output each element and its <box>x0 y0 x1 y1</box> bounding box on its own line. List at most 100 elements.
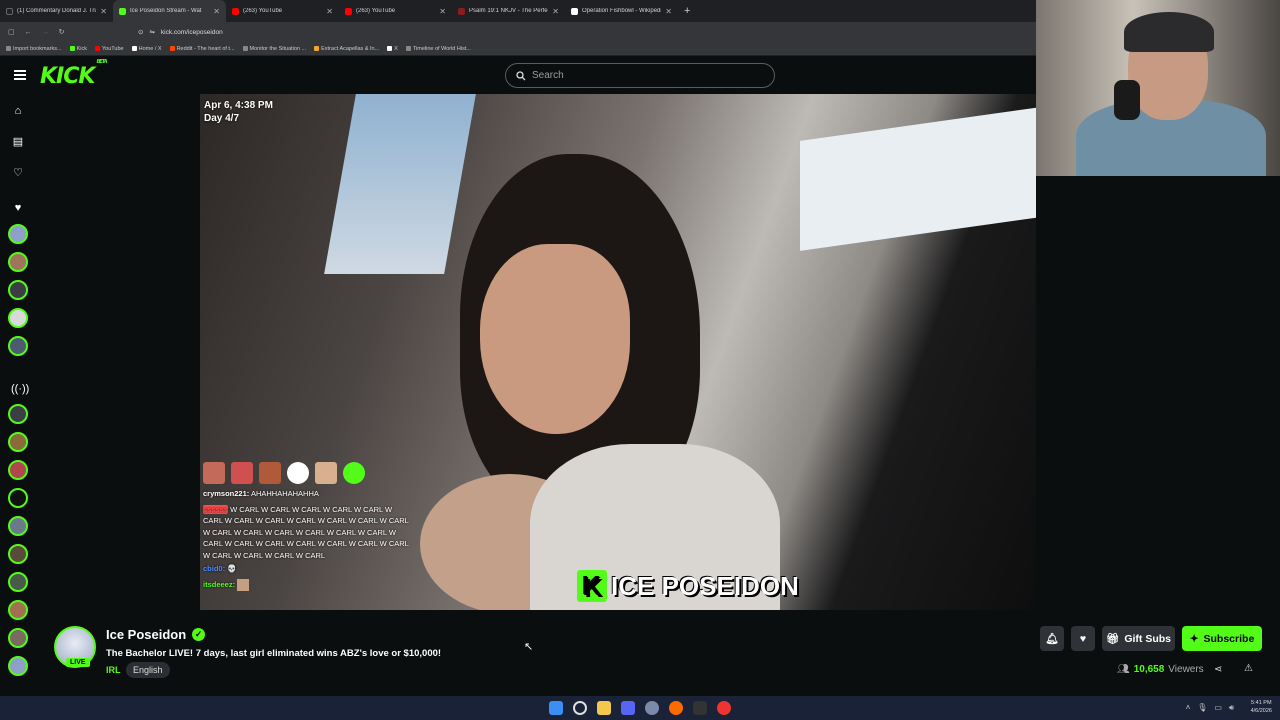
bookmarks-bar: Import bookmarks... Kick YouTube Home / … <box>0 42 1036 56</box>
browse-icon[interactable]: ▤ <box>11 135 25 149</box>
recommended-channel-avatar[interactable] <box>8 460 28 480</box>
home-icon[interactable]: ⌂ <box>11 104 25 118</box>
close-icon[interactable]: ✕ <box>439 7 446 16</box>
site-info-icon[interactable]: ⊙ <box>138 28 143 36</box>
followed-channel-avatar[interactable] <box>8 308 28 328</box>
bookmark-item[interactable]: Home / X <box>131 46 162 52</box>
kick-logo[interactable]: KICKBETA <box>40 59 108 89</box>
browser-tab-active[interactable]: Ice Poseidon Stream - Wat ✕ <box>113 0 226 22</box>
followed-channel-avatar[interactable] <box>8 224 28 244</box>
recommended-channel-avatar[interactable] <box>8 432 28 452</box>
reload-icon[interactable]: ↻ <box>59 28 65 36</box>
language-tag[interactable]: English <box>126 662 170 678</box>
clock[interactable]: 5:41 PM 4/6/2026 <box>1251 699 1272 715</box>
video-player[interactable]: Apr 6, 4:38 PM Day 4/7 crymson221: AHAHH… <box>200 94 1036 610</box>
browser-tab[interactable]: (263) YouTube ✕ <box>339 0 452 22</box>
network-icon[interactable]: ▭ <box>1214 703 1222 713</box>
bookmark-favicon <box>405 46 411 51</box>
bookmark-label: Timeline of World Hist... <box>412 45 471 52</box>
tune-icon[interactable]: ⇋ <box>149 28 154 36</box>
bookmark-item[interactable]: Reddit - The heart of t... <box>169 46 235 52</box>
start-icon[interactable] <box>549 701 563 715</box>
search-icon[interactable] <box>573 701 587 715</box>
bookmark-item[interactable]: Timeline of World Hist... <box>405 45 471 52</box>
bookmark-favicon <box>95 46 100 51</box>
live-badge: LIVE <box>66 658 90 667</box>
category-link[interactable]: IRL <box>106 665 121 675</box>
settings-icon[interactable] <box>645 701 659 715</box>
tab-label: (1) Commentary Donald J. Trum <box>17 8 97 14</box>
recommended-channel-avatar[interactable] <box>8 516 28 536</box>
close-icon[interactable]: ✕ <box>213 7 220 16</box>
recommended-channel-avatar[interactable] <box>8 544 28 564</box>
chat-username: cbid0: <box>203 564 226 573</box>
logo-beta-tag: BETA <box>96 58 107 65</box>
firefox-icon[interactable] <box>669 701 683 715</box>
address-bar[interactable]: ⊙ ⇋ kick.com/iceposeidon <box>138 25 223 39</box>
back-icon[interactable]: ← <box>25 29 32 36</box>
chrome-icon[interactable] <box>717 701 731 715</box>
bookmark-favicon <box>242 46 248 51</box>
followed-channel-avatar[interactable] <box>8 280 28 300</box>
subscribe-button[interactable]: ✦ Subscribe <box>1182 626 1262 651</box>
browser-tab[interactable]: Psalm 19:1 NKJV - The Perfect ✕ <box>452 0 565 22</box>
menu-icon[interactable] <box>14 70 26 80</box>
recommended-channel-avatar[interactable] <box>8 628 28 648</box>
channel-info-bar: LIVE Ice Poseidon ✓ The Bachelor LIVE! 7… <box>36 610 1280 690</box>
gift-subs-button[interactable]: 🎁︎ Gift Subs <box>1102 626 1175 651</box>
bookmark-item[interactable]: YouTube <box>95 46 124 52</box>
chat-message: itsdeeez: <box>203 578 413 591</box>
tab-label: Psalm 19:1 NKJV - The Perfect <box>469 8 549 14</box>
chevron-up-icon[interactable]: ˄ <box>1186 703 1191 713</box>
video-subject <box>420 154 780 610</box>
following-icon[interactable]: ♡ <box>11 166 25 180</box>
skull-emote-icon: 💀 <box>227 564 237 573</box>
file-explorer-icon[interactable] <box>597 701 611 715</box>
recommended-channel-avatar[interactable] <box>8 600 28 620</box>
url-text[interactable]: kick.com/iceposeidon <box>161 29 223 36</box>
volume-icon[interactable]: 🔊︎ <box>1229 703 1234 713</box>
address-bar-row: ▢ ← → ↻ ⊙ ⇋ kick.com/iceposeidon <box>0 22 1036 42</box>
bookmark-label: X <box>394 45 398 52</box>
report-icon[interactable]: ⚠ <box>1244 663 1253 674</box>
stream-overlay-timestamp: Apr 6, 4:38 PM Day 4/7 <box>204 99 273 125</box>
overlay-date: Apr 6, 4:38 PM <box>204 100 273 111</box>
channel-name-row: Ice Poseidon ✓ <box>106 627 206 642</box>
forward-icon[interactable]: → <box>42 29 49 36</box>
bookmark-item[interactable]: X <box>387 46 398 52</box>
search-input[interactable]: Search <box>505 63 775 88</box>
followed-channel-avatar[interactable] <box>8 336 28 356</box>
discord-icon[interactable] <box>621 701 635 715</box>
recommended-channel-avatar[interactable] <box>8 488 28 508</box>
close-icon[interactable]: ✕ <box>100 7 107 16</box>
close-icon[interactable]: ✕ <box>665 7 672 16</box>
sidebar-toggle-icon[interactable]: ▢ <box>8 28 15 36</box>
recommended-channel-avatar[interactable] <box>8 572 28 592</box>
bookmark-item[interactable]: Extract Acapellas & In... <box>314 46 379 52</box>
notification-bell-button[interactable]: 🔔︎ <box>1040 626 1064 651</box>
browser-tab[interactable]: (263) YouTube ✕ <box>226 0 339 22</box>
close-icon[interactable]: ✕ <box>326 7 333 16</box>
new-tab-button[interactable]: + <box>678 5 696 17</box>
live-channels-icon: ((·)) <box>11 383 30 395</box>
followed-channel-avatar[interactable] <box>8 252 28 272</box>
bookmark-item[interactable]: Monitor the Situation ... <box>242 46 306 52</box>
watermark-text: ICE POSEIDON <box>611 570 799 601</box>
chat-text: W CARL W CARL W CARL W CARL W CARL W CAR… <box>203 504 409 560</box>
recommended-channel-avatar[interactable] <box>8 404 28 424</box>
emote-icon <box>259 462 281 484</box>
emote-icon <box>231 462 253 484</box>
emote-icon <box>237 578 250 591</box>
terminal-icon[interactable] <box>693 701 707 715</box>
browser-tab[interactable]: Operation Fishbowl - Wikipedia ✕ <box>565 0 678 22</box>
mic-icon[interactable]: 🎙︎ <box>1197 703 1207 713</box>
close-icon[interactable]: ✕ <box>552 7 559 16</box>
share-icon[interactable]: ⋖ <box>1214 664 1222 675</box>
channel-name[interactable]: Ice Poseidon <box>106 627 186 642</box>
browser-tab[interactable]: (1) Commentary Donald J. Trum ✕ <box>0 0 113 22</box>
recommended-channel-avatar[interactable] <box>8 656 28 676</box>
bookmark-item[interactable]: Kick <box>69 46 87 52</box>
tab-label: (263) YouTube <box>243 8 283 14</box>
bookmark-item[interactable]: Import bookmarks... <box>6 46 62 52</box>
follow-button[interactable]: ♥ <box>1071 626 1095 651</box>
